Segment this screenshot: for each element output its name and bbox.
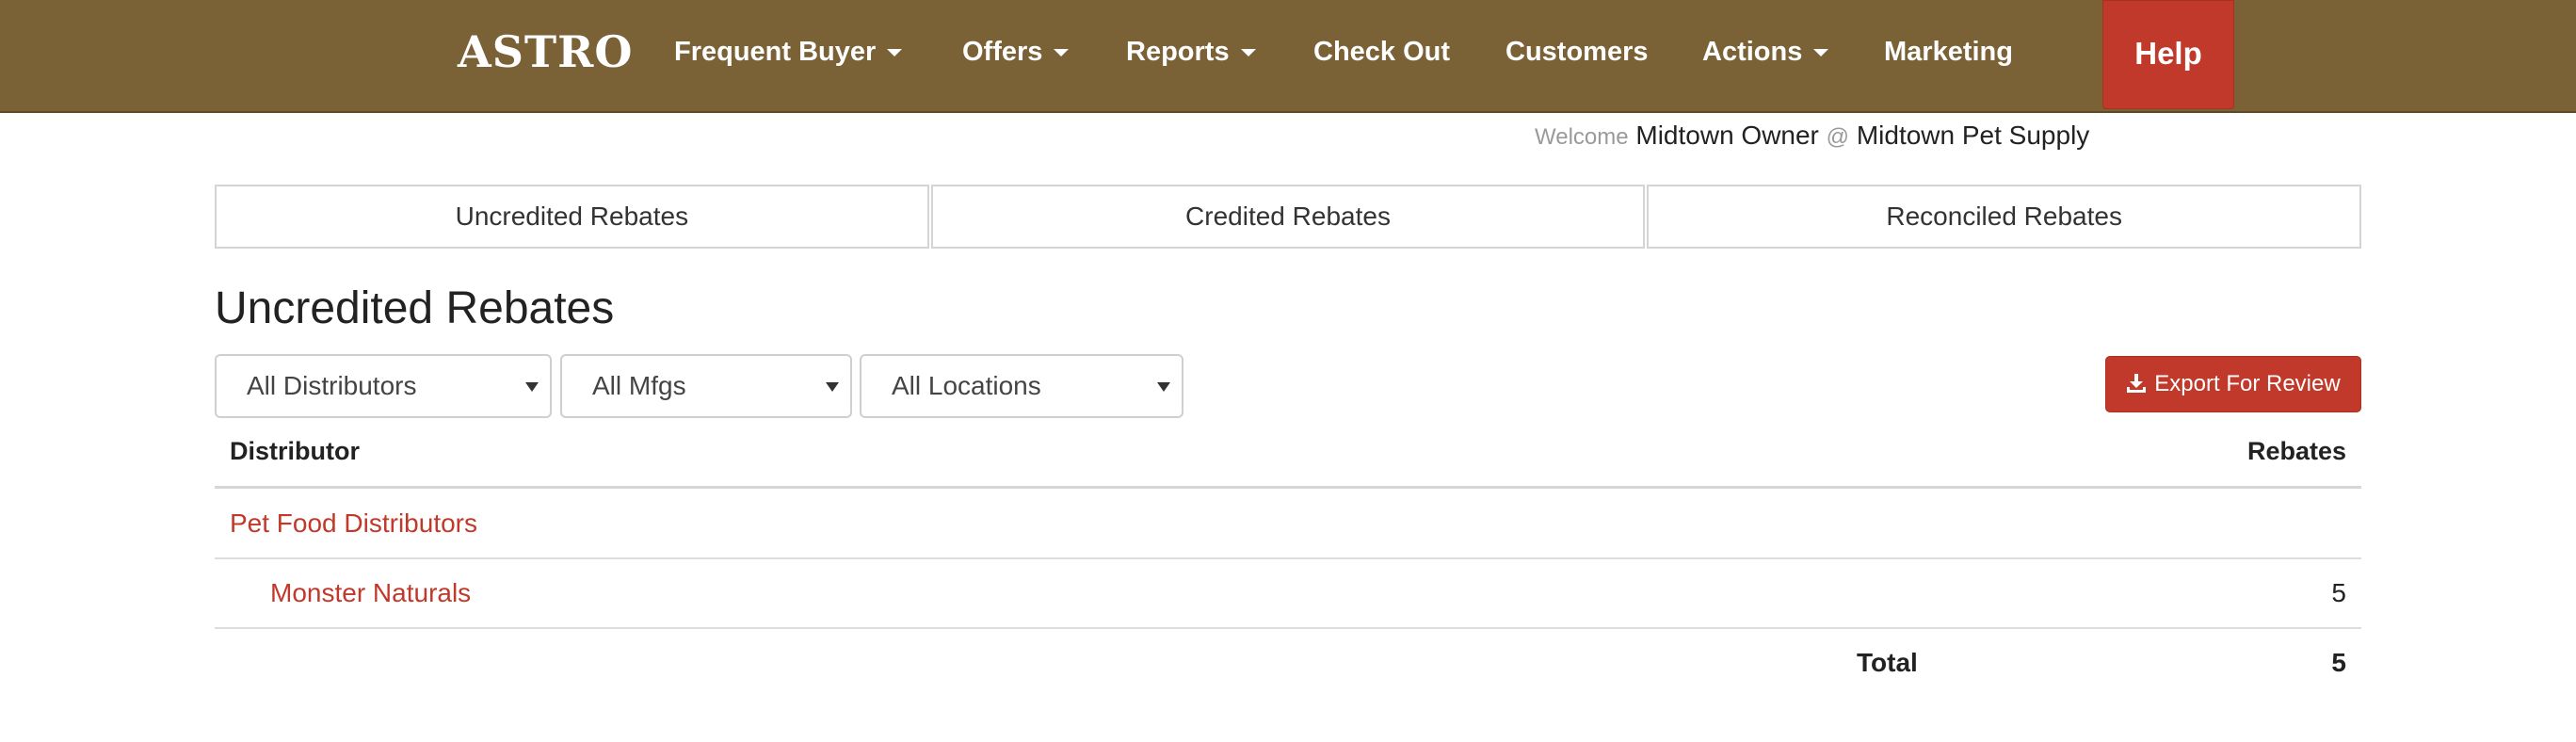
nav-label: Frequent Buyer (674, 37, 877, 67)
distributor-select[interactable]: All Distributors (215, 354, 552, 418)
tab-credited-rebates[interactable]: Credited Rebates (930, 185, 1646, 249)
astro-logo[interactable]: ASTRO (458, 28, 633, 75)
nav-label: Customers (1505, 37, 1649, 67)
nav-marketing[interactable]: Marketing (1884, 0, 2013, 104)
caret-down-icon (1054, 49, 1070, 57)
location-select-value: All Locations (892, 371, 1041, 400)
tab-reconciled-rebates[interactable]: Reconciled Rebates (1647, 185, 2362, 249)
dropdown-arrow-icon (826, 382, 839, 392)
download-icon (2127, 374, 2147, 393)
total-label: Total (1857, 648, 1918, 677)
rebate-tabs: Uncredited Rebates Credited Rebates Reco… (215, 185, 2362, 249)
caret-down-icon (1813, 49, 1829, 57)
nav-actions[interactable]: Actions (1702, 0, 1829, 104)
welcome-store: Midtown Pet Supply (1856, 121, 2090, 150)
location-select[interactable]: All Locations (860, 354, 1183, 418)
mfg-select-value: All Mfgs (592, 371, 686, 400)
row-divider (215, 627, 2361, 629)
page-title: Uncredited Rebates (215, 283, 615, 333)
nav-offers[interactable]: Offers (962, 0, 1070, 104)
welcome-user: Midtown Owner (1635, 121, 1819, 150)
distributor-group-link[interactable]: Pet Food Distributors (230, 508, 477, 539)
nav-label: Reports (1126, 37, 1230, 67)
rebate-count: 5 (2331, 578, 2346, 607)
welcome-prefix: Welcome (1535, 124, 1629, 150)
manufacturer-link[interactable]: Monster Naturals (270, 578, 471, 608)
welcome-message: Welcome Midtown Owner @ Midtown Pet Supp… (1535, 121, 2089, 151)
caret-down-icon (1240, 49, 1256, 57)
help-button[interactable]: Help (2102, 0, 2234, 109)
welcome-at: @ (1826, 124, 1850, 150)
nav-customers[interactable]: Customers (1505, 0, 1649, 104)
column-header-rebates: Rebates (2246, 437, 2346, 465)
top-navbar: ASTRO Frequent Buyer Offers Reports Chec… (0, 0, 2576, 113)
nav-label: Marketing (1884, 37, 2013, 67)
export-label: Export For Review (2154, 371, 2341, 396)
column-header-distributor: Distributor (230, 437, 360, 465)
row-divider (215, 557, 2361, 559)
nav-check-out[interactable]: Check Out (1313, 0, 1450, 104)
tab-uncredited-rebates[interactable]: Uncredited Rebates (215, 185, 929, 249)
nav-label: Offers (962, 37, 1043, 67)
caret-down-icon (887, 49, 903, 57)
total-value: 5 (2331, 648, 2346, 677)
distributor-select-value: All Distributors (247, 371, 417, 400)
dropdown-arrow-icon (1157, 382, 1170, 392)
header-divider (215, 486, 2361, 489)
export-for-review-button[interactable]: Export For Review (2105, 356, 2361, 412)
nav-label: Check Out (1313, 37, 1451, 67)
nav-label: Actions (1702, 37, 1803, 67)
nav-reports[interactable]: Reports (1126, 0, 1256, 104)
mfg-select[interactable]: All Mfgs (560, 354, 852, 418)
nav-frequent-buyer[interactable]: Frequent Buyer (674, 0, 903, 104)
dropdown-arrow-icon (525, 382, 539, 392)
